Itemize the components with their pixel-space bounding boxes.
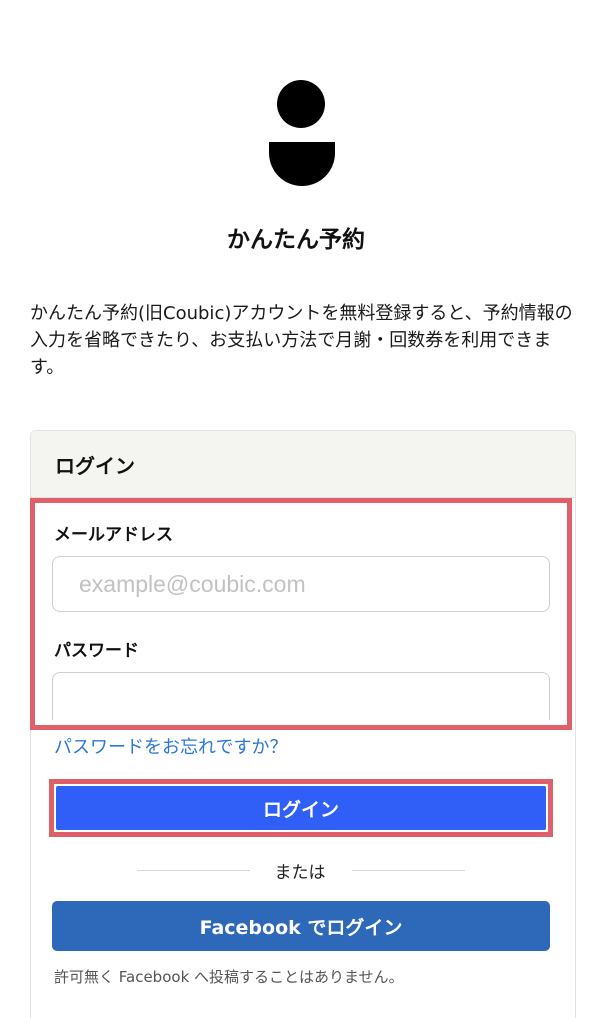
password-label: パスワード — [54, 641, 139, 661]
login-page: かんたん予約 かんたん予約(旧Coubic)アカウントを無料登録すると、予約情報… — [0, 0, 592, 1018]
login-card-header: ログイン — [31, 431, 575, 498]
app-title: かんたん予約 — [227, 227, 365, 253]
facebook-login-button[interactable]: Facebook でログイン — [52, 901, 550, 951]
facebook-note: 許可無く Facebook へ投稿することはありません。 — [54, 968, 404, 986]
avatar-body-shape — [269, 142, 335, 186]
password-field[interactable] — [52, 672, 550, 720]
avatar-head-shape — [277, 80, 325, 128]
divider-line-left — [137, 870, 250, 871]
login-button[interactable]: ログイン — [56, 786, 546, 830]
divider-text: または — [274, 863, 326, 883]
intro-text: かんたん予約(旧Coubic)アカウントを無料登録すると、予約情報の入力を省略で… — [30, 303, 573, 378]
forgot-password-link[interactable]: パスワードをお忘れですか？ — [54, 733, 287, 759]
email-label: メールアドレス — [54, 525, 173, 545]
email-field[interactable] — [52, 556, 550, 612]
divider-line-right — [352, 870, 465, 871]
user-avatar-logo-icon — [266, 80, 338, 190]
